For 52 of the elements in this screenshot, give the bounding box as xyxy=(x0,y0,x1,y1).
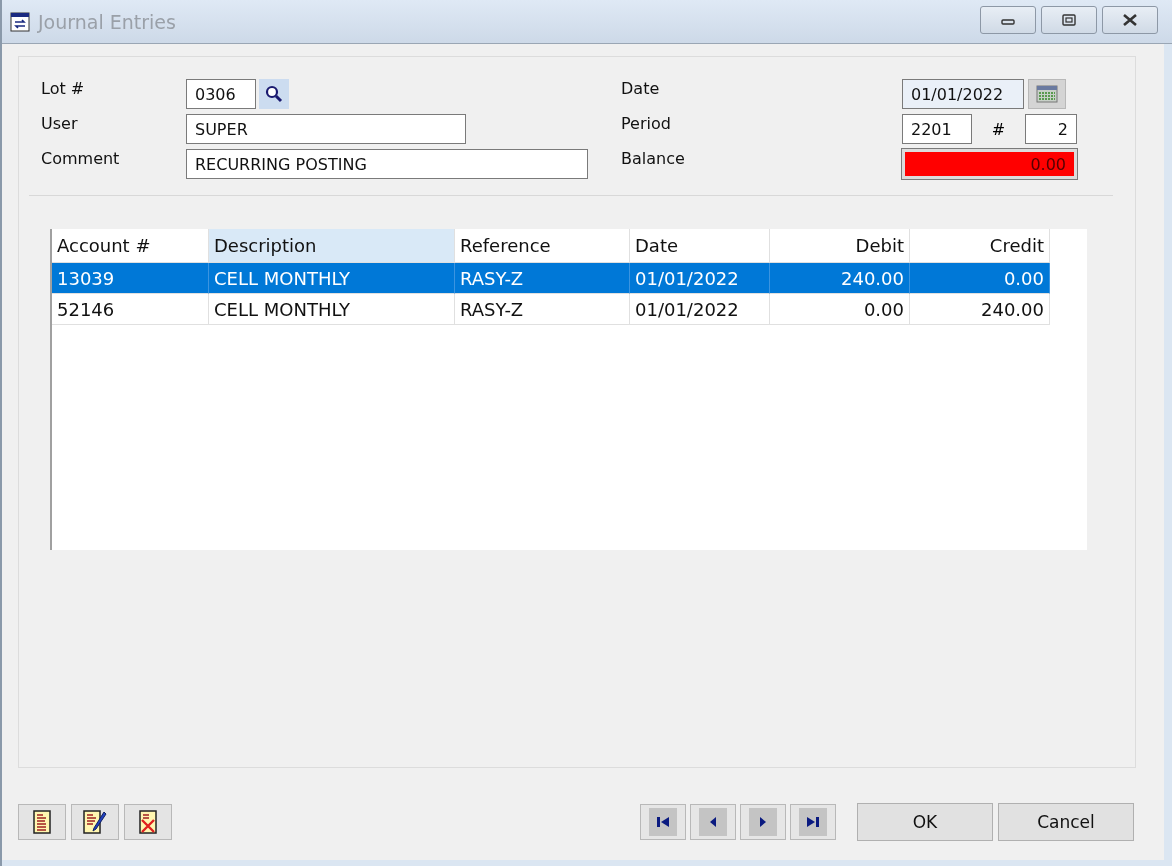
minimize-button[interactable] xyxy=(980,6,1036,34)
maximize-button[interactable] xyxy=(1041,6,1097,34)
table-cell: 0.00 xyxy=(1003,267,1044,289)
table-row[interactable]: 13039 CELL MONTHLY RASY-Z 01/01/2022 240.00 0.00 xyxy=(52,263,1087,294)
delete-entry-button[interactable] xyxy=(124,804,172,840)
edit-entry-button[interactable] xyxy=(71,804,119,840)
balance-field: 0.00 xyxy=(902,149,1077,179)
search-button[interactable] xyxy=(259,79,289,109)
table-cell: 52146 xyxy=(57,298,115,320)
restore-icon xyxy=(1062,14,1076,26)
window-title: Journal Entries xyxy=(38,10,176,33)
last-record-button[interactable] xyxy=(790,804,836,840)
first-record-button[interactable] xyxy=(640,804,686,840)
document-pen-icon xyxy=(82,809,108,835)
last-icon xyxy=(806,815,820,829)
calendar-button[interactable] xyxy=(1028,79,1066,109)
search-icon xyxy=(264,84,284,104)
document-icon xyxy=(32,809,52,835)
number-field[interactable]: 2 xyxy=(1025,114,1077,144)
new-entry-button[interactable] xyxy=(18,804,66,840)
lot-label: Lot # xyxy=(41,79,86,98)
ok-button[interactable]: OK xyxy=(857,803,993,841)
period-field[interactable]: 2201 xyxy=(902,114,972,144)
table-cell: 01/01/2022 xyxy=(635,298,739,320)
period-label: Period xyxy=(621,114,672,133)
first-icon xyxy=(656,815,670,829)
document-cross-icon xyxy=(138,809,158,835)
table-cell: 240.00 xyxy=(841,267,904,289)
column-header[interactable]: Description xyxy=(209,229,455,263)
comment-field[interactable]: RECURRING POSTING xyxy=(186,149,588,179)
table-row[interactable]: 52146 CELL MONTHLY RASY-Z 01/01/2022 0.00 240.00 xyxy=(52,294,1087,325)
calendar-icon xyxy=(1036,85,1058,103)
date-field[interactable]: 01/01/2022 xyxy=(902,79,1024,109)
close-icon xyxy=(1122,14,1138,26)
balance-label: Balance xyxy=(621,149,686,168)
table-cell: RASY-Z xyxy=(460,298,524,320)
table-cell: 13039 xyxy=(57,267,115,289)
lot-field[interactable]: 0306 xyxy=(186,79,256,109)
app-icon xyxy=(10,11,30,32)
table-cell: 240.00 xyxy=(981,298,1044,320)
table-cell: CELL MONTHLY xyxy=(214,298,351,320)
table-cell: 0.00 xyxy=(863,298,904,320)
cancel-button[interactable]: Cancel xyxy=(998,803,1134,841)
close-button[interactable] xyxy=(1102,6,1158,34)
date-label: Date xyxy=(621,79,661,98)
number-label: # xyxy=(990,119,1007,139)
table-cell: 01/01/2022 xyxy=(635,267,739,289)
table-cell: CELL MONTHLY xyxy=(214,267,351,289)
user-field[interactable]: SUPER xyxy=(186,114,466,144)
user-label: User xyxy=(41,114,79,133)
comment-label: Comment xyxy=(41,149,121,168)
table-cell: RASY-Z xyxy=(460,267,524,289)
